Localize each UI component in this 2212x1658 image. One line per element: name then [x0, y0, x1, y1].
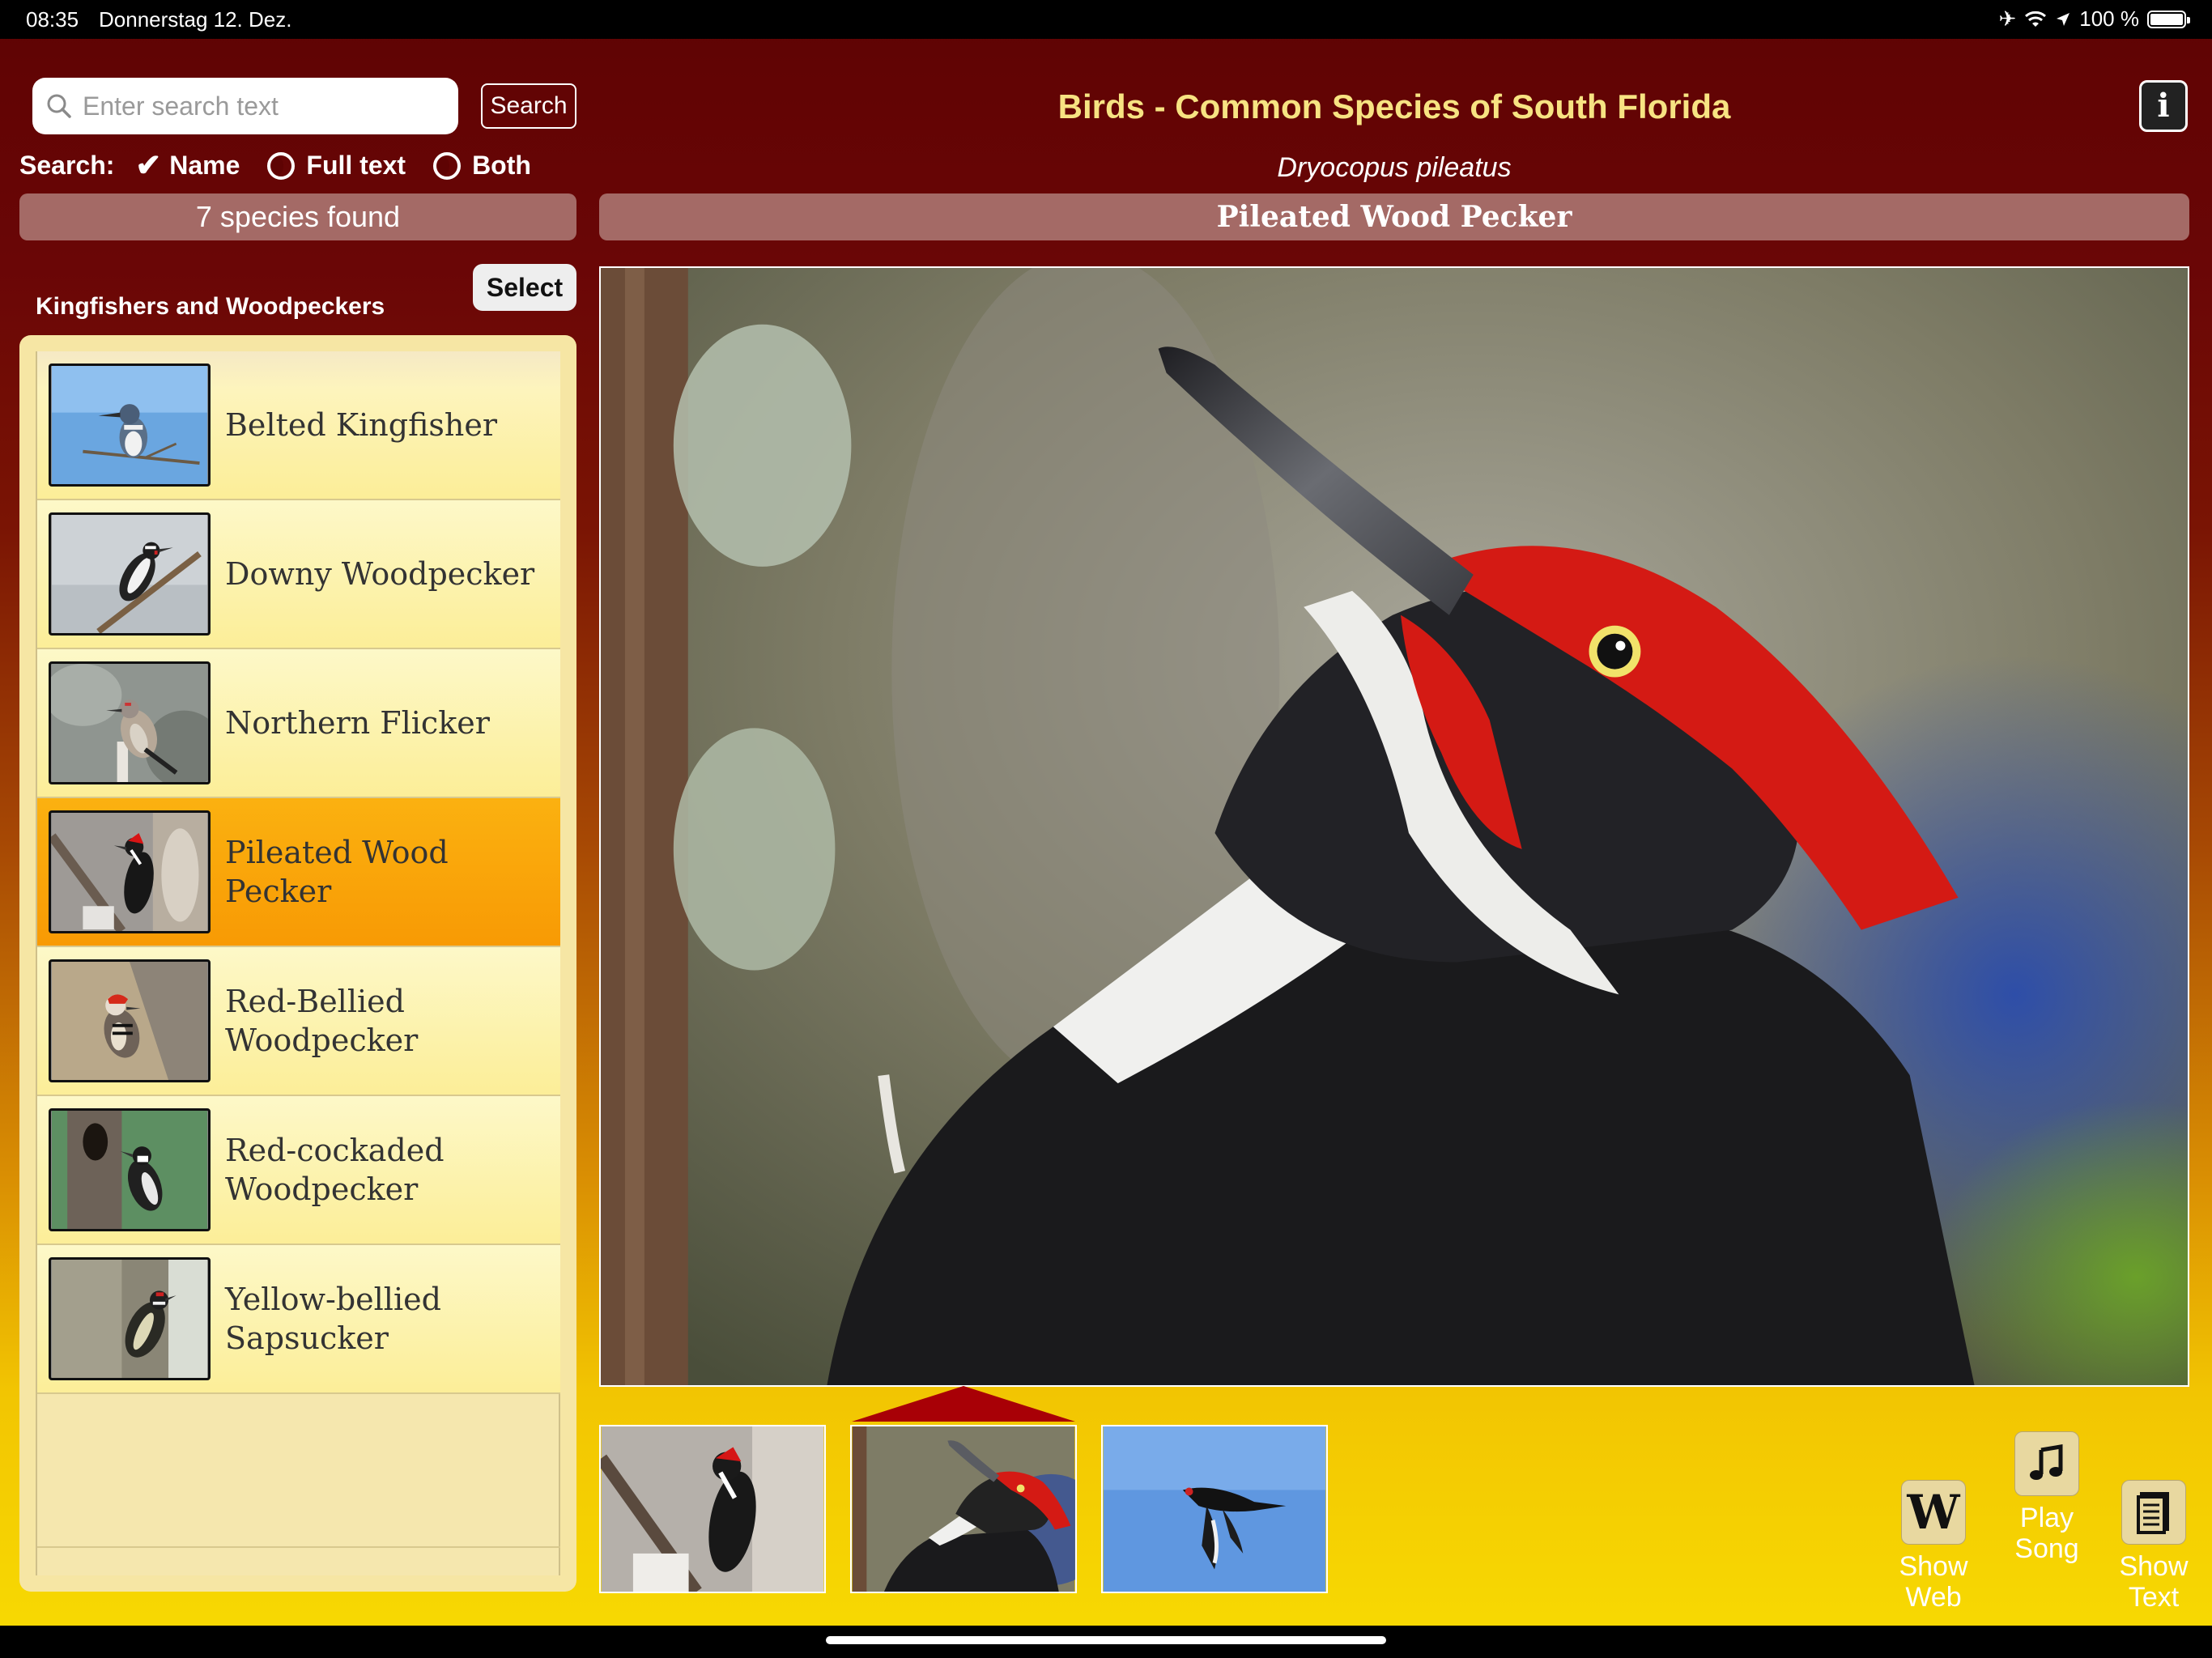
list-item-label: Red-cockaded Woodpecker — [225, 1133, 445, 1207]
search-option-name[interactable]: ✔ Name — [135, 147, 240, 184]
scientific-name: Dryocopus pileatus — [1277, 152, 1512, 183]
search-icon — [47, 94, 71, 118]
show-web-label: Show Web — [1899, 1551, 1968, 1613]
list-item-label: Pileated Wood Pecker — [225, 835, 449, 909]
list-item[interactable]: Red-cockaded Woodpecker — [37, 1096, 560, 1245]
search-options: Search: ✔ Name Full text Both — [19, 147, 531, 184]
search-options-label: Search: — [19, 151, 115, 180]
status-icons: ✈ 100 % — [1998, 6, 2190, 32]
list-item-label: Yellow-bellied Sapsucker — [225, 1282, 441, 1356]
list-item-label: Red-Bellied Woodpecker — [225, 984, 419, 1058]
location-icon — [2057, 12, 2070, 26]
group-title: Kingfishers and Woodpeckers — [36, 293, 385, 320]
checkmark-icon: ✔ — [135, 149, 162, 183]
list-item[interactable]: Pileated Wood Pecker — [37, 798, 560, 947]
species-count: 7 species found — [19, 193, 576, 240]
list-item[interactable]: Red-Bellied Woodpecker — [37, 947, 560, 1096]
music-note-icon — [2014, 1431, 2079, 1496]
play-song-button[interactable]: Play Song — [1990, 1431, 2104, 1564]
main-bird-photo[interactable] — [599, 266, 2189, 1387]
search-input[interactable] — [83, 91, 439, 121]
radio-unselected-icon — [433, 151, 462, 180]
show-web-button[interactable]: W Show Web — [1877, 1480, 1990, 1613]
thumbnail-pileated-wood-pecker — [49, 810, 211, 933]
gallery-thumb-1[interactable] — [599, 1425, 826, 1593]
species-list[interactable]: Belted Kingfisher Downy Woodpecker North… — [36, 351, 560, 1575]
play-song-label: Play Song — [2014, 1503, 2079, 1564]
search-option-both[interactable]: Both — [433, 151, 531, 181]
search-option-full-text[interactable]: Full text — [267, 151, 406, 181]
wifi-icon — [2025, 11, 2047, 27]
thumbnail-downy-woodpecker — [49, 512, 211, 636]
gallery-thumb-3[interactable] — [1101, 1425, 1328, 1593]
list-item-label: Northern Flicker — [225, 705, 490, 741]
search-button[interactable]: Search — [481, 83, 576, 129]
list-item[interactable]: Belted Kingfisher — [37, 351, 560, 500]
list-item[interactable]: Northern Flicker — [37, 649, 560, 798]
wikipedia-icon: W — [1901, 1480, 1966, 1545]
home-indicator[interactable] — [826, 1636, 1386, 1644]
species-common-name: Pileated Wood Pecker — [599, 193, 2189, 240]
show-text-label: Show Text — [2119, 1551, 2189, 1613]
list-item-label: Belted Kingfisher — [225, 407, 498, 443]
list-item-label: Downy Woodpecker — [225, 556, 535, 592]
search-field[interactable] — [32, 78, 458, 134]
status-bar: 08:35 Donnerstag 12. Dez. ✈ 100 % — [0, 0, 2212, 39]
status-time: 08:35 — [26, 7, 79, 32]
battery-percent: 100 % — [2079, 6, 2139, 31]
gallery-thumb-2-selected[interactable] — [850, 1425, 1077, 1593]
thumbnail-red-cockaded-woodpecker — [49, 1108, 211, 1231]
radio-unselected-icon — [267, 151, 296, 180]
list-item[interactable]: Yellow-bellied Sapsucker — [37, 1245, 560, 1394]
app-title: Birds - Common Species of South Florida — [1057, 87, 1731, 125]
list-divider — [37, 1546, 560, 1548]
select-button[interactable]: Select — [473, 264, 576, 311]
selected-thumb-marker — [852, 1386, 1075, 1422]
thumbnail-belted-kingfisher — [49, 363, 211, 487]
thumbnail-red-bellied-woodpecker — [49, 959, 211, 1082]
list-item[interactable]: Downy Woodpecker — [37, 500, 560, 649]
airplane-icon: ✈ — [1998, 6, 2017, 31]
thumbnail-yellow-bellied-sapsucker — [49, 1257, 211, 1380]
thumbnail-northern-flicker — [49, 661, 211, 784]
battery-icon — [2147, 10, 2190, 28]
species-list-panel: Belted Kingfisher Downy Woodpecker North… — [19, 335, 576, 1592]
show-text-button[interactable]: Show Text — [2097, 1480, 2210, 1613]
document-icon — [2121, 1480, 2186, 1545]
info-button[interactable]: i — [2139, 80, 2188, 132]
status-date: Donnerstag 12. Dez. — [99, 7, 292, 32]
